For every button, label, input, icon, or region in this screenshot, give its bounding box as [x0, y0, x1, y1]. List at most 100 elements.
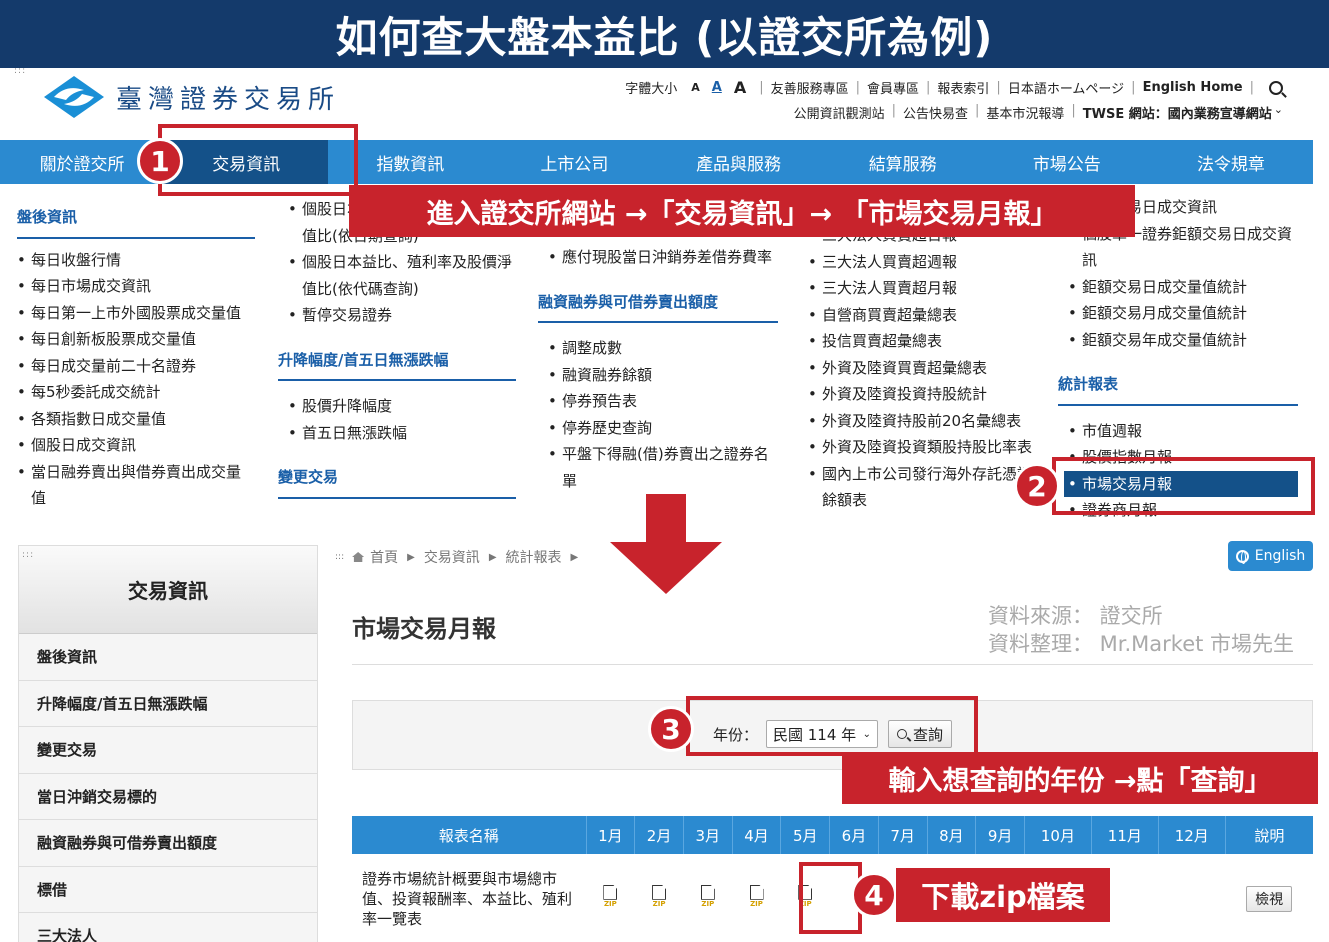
- nav-regulations[interactable]: 法令規章: [1149, 140, 1313, 184]
- breadcrumb-trading[interactable]: 交易資訊: [424, 547, 480, 567]
- zip-file-icon[interactable]: ZIP: [748, 884, 766, 909]
- menu-item[interactable]: 鉅額交易月成交量值統計: [1068, 300, 1298, 327]
- zip-file-icon[interactable]: ZIP: [650, 884, 668, 909]
- sidebar: 交易資訊 盤後資訊 升降幅度/首五日無漲跌幅 變更交易 當日沖銷交易標的 融資融…: [18, 545, 318, 942]
- link-market-report[interactable]: 基本市況報導: [986, 103, 1064, 122]
- callout-step1: 進入證交所網站 →「交易資訊」→ 「市場交易月報」: [349, 185, 1135, 237]
- zip-file-icon[interactable]: ZIP: [601, 884, 619, 909]
- menu-item[interactable]: 調整成數: [548, 335, 778, 362]
- menu-item[interactable]: 停券歷史查詢: [548, 415, 778, 442]
- sidebar-item-after-hours[interactable]: 盤後資訊: [19, 634, 317, 681]
- sidebar-item-tender[interactable]: 標借: [19, 866, 317, 913]
- down-arrow-icon: [610, 494, 722, 594]
- link-member-area[interactable]: 會員專區: [867, 78, 919, 97]
- report-name: 證券市場統計概要與市場總市值、投資報酬率、本益比、殖利率一覽表: [352, 854, 586, 942]
- breadcrumb: ::: 首頁 ▶ 交易資訊 ▶ 統計報表 ▶: [335, 547, 587, 567]
- col-header-month: 10月: [1024, 816, 1092, 854]
- menu-item[interactable]: 首五日無漲跌幅: [288, 420, 516, 447]
- menu-item[interactable]: 每日創新板股票成交量值: [17, 326, 255, 353]
- view-button[interactable]: 檢視: [1246, 885, 1293, 912]
- nav-products[interactable]: 產品與服務: [657, 140, 821, 184]
- sidebar-item-price-limit[interactable]: 升降幅度/首五日無漲跌幅: [19, 680, 317, 727]
- menu-heading-margin[interactable]: 融資融券與可借券賣出額度: [538, 289, 778, 323]
- sidebar-item-day-trading[interactable]: 當日沖銷交易標的: [19, 773, 317, 820]
- col-header-month: 5月: [780, 816, 831, 854]
- sidebar-item-margin[interactable]: 融資融券與可借券賣出額度: [19, 820, 317, 867]
- menu-item[interactable]: 融資融券餘額: [548, 362, 778, 389]
- nav-clearing[interactable]: 結算服務: [821, 140, 985, 184]
- menu-item[interactable]: 個股日本益比、殖利率及股價淨值比(依代碼查詢): [288, 249, 516, 302]
- menu-item[interactable]: 個股日成交資訊: [17, 432, 255, 459]
- nav-announcements[interactable]: 市場公告: [985, 140, 1149, 184]
- breadcrumb-statistics[interactable]: 統計報表: [506, 547, 562, 567]
- menu-item[interactable]: 每日第一上市外國股票成交量值: [17, 300, 255, 327]
- menu-item[interactable]: 鉅額交易年成交量值統計: [1068, 327, 1298, 354]
- sidebar-item-institutional[interactable]: 三大法人: [19, 913, 317, 942]
- link-announcements[interactable]: 公告快易查: [903, 103, 968, 122]
- breadcrumb-home[interactable]: 首頁: [370, 547, 398, 567]
- menu-item[interactable]: 每日成交量前二十名證券: [17, 353, 255, 380]
- menu-item[interactable]: 股價升降幅度: [288, 393, 516, 420]
- link-japanese-home[interactable]: 日本語ホームページ: [1008, 78, 1124, 97]
- link-english-home[interactable]: English Home: [1143, 80, 1243, 95]
- twse-logo[interactable]: 臺灣證券交易所: [44, 76, 340, 118]
- grip-icon: :::: [335, 552, 345, 562]
- utility-links: 字體大小 A A A | 友善服務專區 | 會員專區 | 報表索引 | 日本語ホ…: [625, 78, 1283, 97]
- menu-heading-price-limit[interactable]: 升降幅度/首五日無漲跌幅: [278, 347, 516, 381]
- menu-item[interactable]: 外資及陸資買賣超彙總表: [808, 355, 1038, 382]
- menu-item[interactable]: 國內上市公司發行海外存託憑證餘額表: [808, 461, 1038, 514]
- menu-item[interactable]: 應付現股當日沖銷券差借券費率: [548, 244, 778, 271]
- col-header-month: 7月: [878, 816, 928, 854]
- nav-listed[interactable]: 上市公司: [492, 140, 656, 184]
- menu-item[interactable]: 每5秒委託成交統計: [17, 379, 255, 406]
- font-size-medium-button[interactable]: A: [712, 80, 722, 95]
- step-badge-2: 2: [1014, 463, 1060, 509]
- menu-item[interactable]: 市值週報: [1068, 418, 1298, 445]
- zip-file-icon[interactable]: ZIP: [699, 884, 717, 909]
- sidebar-item-change-trading[interactable]: 變更交易: [19, 727, 317, 774]
- col-header-month: 4月: [732, 816, 782, 854]
- menu-item[interactable]: 每日收盤行情: [17, 247, 255, 274]
- font-size-small-button[interactable]: A: [691, 81, 700, 94]
- search-icon[interactable]: [1269, 80, 1283, 95]
- menu-item[interactable]: 外資及陸資投資持股統計: [808, 381, 1038, 408]
- menu-item[interactable]: 三大法人買賣超月報: [808, 275, 1038, 302]
- menu-item[interactable]: 外資及陸資投資類股持股比率表: [808, 434, 1038, 461]
- step-badge-1: 1: [137, 138, 183, 184]
- link-mops[interactable]: 公開資訊觀測站: [794, 103, 885, 122]
- chevron-down-icon[interactable]: ⌄: [1274, 103, 1283, 122]
- menu-item[interactable]: 每日市場成交資訊: [17, 273, 255, 300]
- menu-item[interactable]: 當日融券賣出與借券賣出成交量值: [17, 459, 255, 512]
- menu-item[interactable]: 自營商買賣超彙總表: [808, 302, 1038, 329]
- link-friendly-service[interactable]: 友善服務專區: [771, 78, 849, 97]
- divider: [352, 664, 1313, 665]
- menu-item[interactable]: 鉅額交易日成交量值統計: [1068, 274, 1298, 301]
- english-button[interactable]: English: [1228, 541, 1313, 571]
- col-header-month: 6月: [829, 816, 879, 854]
- link-report-index[interactable]: 報表索引: [937, 78, 989, 97]
- tutorial-banner: 如何查大盤本益比 (以證交所為例): [0, 0, 1329, 68]
- menu-item[interactable]: 暫停交易證券: [288, 302, 516, 329]
- menu-item[interactable]: 平盤下得融(借)券賣出之證券名單: [548, 441, 778, 494]
- menu-heading-after-hours[interactable]: 盤後資訊: [17, 204, 255, 239]
- highlight-box-step2: [1052, 457, 1315, 515]
- menu-item[interactable]: 三大法人買賣超週報: [808, 249, 1038, 276]
- editor-line: 資料整理： Mr.Market 市場先生: [988, 632, 1295, 656]
- globe-icon: [1235, 549, 1249, 564]
- menu-heading-change-trading[interactable]: 變更交易: [278, 464, 516, 499]
- menu-item[interactable]: 外資及陸資持股前20名彙總表: [808, 408, 1038, 435]
- menu-item[interactable]: 投信買賣超彙總表: [808, 328, 1038, 355]
- step-badge-4: 4: [851, 872, 897, 918]
- logo-name: 臺灣證券交易所: [116, 84, 341, 115]
- menu-item[interactable]: 停券預告表: [548, 388, 778, 415]
- menu-item[interactable]: 各類指數日成交量值: [17, 406, 255, 433]
- english-button-label: English: [1254, 548, 1306, 564]
- col-header-month: 1月: [586, 816, 636, 854]
- col-header-description: 說明: [1225, 816, 1313, 854]
- link-twse-sites[interactable]: TWSE 網站：國內業務宣導網站: [1083, 103, 1272, 122]
- font-size-large-button[interactable]: A: [734, 78, 746, 97]
- menu-heading-statistics[interactable]: 統計報表: [1058, 371, 1298, 406]
- home-icon[interactable]: [352, 552, 365, 562]
- menu-col-2: 個股日本益比、殖利率及股價淨值比(依日期查詢) 個股日本益比、殖利率及股價淨值比…: [278, 196, 516, 507]
- highlight-box-step3: [686, 696, 978, 756]
